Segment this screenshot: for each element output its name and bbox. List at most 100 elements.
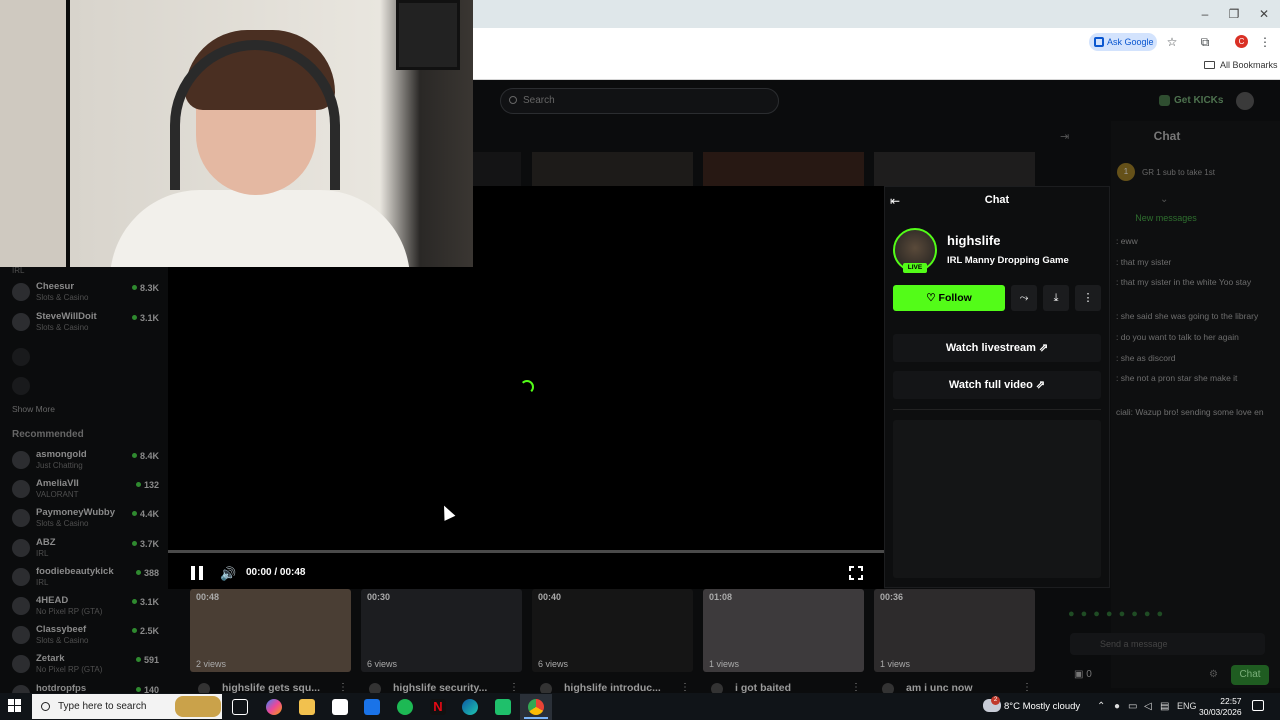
collapse-chat-icon[interactable]: ⇥ xyxy=(1060,130,1069,143)
channel-name: 4HEAD xyxy=(36,595,69,606)
sidebar-item-cheesur[interactable]: Cheesur Slots & Casino 8.3K xyxy=(12,280,162,308)
chat-points-count: ▣ 0 xyxy=(1074,669,1092,680)
battery-icon[interactable]: ▭ xyxy=(1128,701,1137,712)
show-more-link[interactable]: Show More xyxy=(12,404,55,414)
clip-duration: 00:30 xyxy=(367,592,391,602)
search-highlight-image xyxy=(175,696,221,717)
clip-card[interactable]: 00:30 6 views xyxy=(361,589,522,672)
watch-livestream-button[interactable]: Watch livestream ⇗ xyxy=(893,334,1101,362)
clip-more-icon[interactable]: ⋮ xyxy=(509,682,519,693)
sidebar-item-ameliavii[interactable]: AmeliaVII VALORANT 132 xyxy=(12,477,162,505)
mail-icon[interactable] xyxy=(364,699,380,715)
spotify-icon[interactable] xyxy=(397,699,413,715)
watch-full-video-label: Watch full video xyxy=(948,379,1033,391)
live-dot-icon xyxy=(131,599,137,604)
sidebar-item-offline[interactable] xyxy=(12,345,162,373)
video-timecode: 00:00 / 00:48 xyxy=(246,567,306,578)
task-view-icon[interactable] xyxy=(232,699,248,715)
search-icon xyxy=(509,96,517,104)
sidebar-item-classybeef[interactable]: Classybeef Slots & Casino 2.5K xyxy=(12,623,162,651)
weather-widget[interactable]: 8°C Mostly cloudy xyxy=(1004,701,1080,712)
follow-button[interactable]: ♡ Follow xyxy=(893,285,1005,311)
chrome-icon[interactable] xyxy=(528,699,544,715)
user-avatar[interactable] xyxy=(1236,92,1254,110)
viewer-count-value: 2.5K xyxy=(139,626,159,637)
clip-more-icon[interactable]: ⋮ xyxy=(1022,682,1032,693)
clip-card[interactable]: 01:08 1 views xyxy=(703,589,864,672)
stream-title: IRL Manny Dropping Game xyxy=(947,255,1069,266)
channel-name: PaymoneyWubby xyxy=(36,507,116,519)
viewer-count: 3.1K xyxy=(131,597,159,607)
chat-message: : that my sister in the white Yoo stay xyxy=(1116,277,1252,287)
clip-card[interactable]: 00:36 1 views xyxy=(874,589,1035,672)
get-kicks-button[interactable]: Get KICKs xyxy=(1156,91,1224,111)
sidebar-item-zetark[interactable]: Zetark No Pixel RP (GTA) 591 xyxy=(12,652,162,680)
extensions-icon[interactable]: ⧉ xyxy=(1197,34,1213,50)
volume-icon[interactable]: 🔊 xyxy=(220,566,236,582)
fullscreen-icon[interactable] xyxy=(849,566,863,580)
search-input[interactable]: Search xyxy=(500,88,779,114)
download-icon[interactable]: ⤓ xyxy=(1043,285,1069,311)
file-explorer-icon[interactable] xyxy=(299,699,315,715)
store-icon[interactable] xyxy=(332,699,348,715)
new-messages-divider: New messages xyxy=(1135,213,1197,223)
chat-send-button[interactable]: Chat xyxy=(1231,665,1269,685)
google-lens-icon xyxy=(1094,37,1104,47)
sidebar-item-abz[interactable]: ABZ IRL 3.7K xyxy=(12,536,162,564)
channel-category: IRL xyxy=(36,577,49,587)
profile-avatar[interactable]: C xyxy=(1235,35,1248,48)
clip-more-icon[interactable]: ⋮ xyxy=(338,682,348,693)
maximize-icon[interactable]: ❐ xyxy=(1226,6,1242,22)
expand-icon[interactable]: ⌄ xyxy=(1160,194,1168,205)
microphone-icon[interactable]: ● xyxy=(1114,701,1120,712)
chevron-up-icon[interactable]: ⌃ xyxy=(1097,701,1105,712)
taskbar-clock[interactable]: 22:57 30/03/2026 xyxy=(1199,696,1242,718)
sidebar-item-stevewilldoit[interactable]: SteveWillDoit Slots & Casino 3.1K xyxy=(12,310,162,338)
chat-panel-background xyxy=(1111,121,1280,688)
webcam-person-shirt xyxy=(110,190,410,267)
network-icon[interactable]: ▤ xyxy=(1160,701,1169,712)
more-options-icon[interactable]: ⋮ xyxy=(1075,285,1101,311)
ask-google-button[interactable]: Ask Google xyxy=(1089,33,1157,51)
collapse-panel-icon[interactable]: ⇤ xyxy=(890,194,900,208)
edge-icon[interactable] xyxy=(462,699,478,715)
clip-card[interactable]: 00:48 2 views xyxy=(190,589,351,672)
language-indicator[interactable]: ENG xyxy=(1177,701,1197,711)
emote-row[interactable]: ●●●●●●●● xyxy=(1068,608,1278,624)
share-icon[interactable]: ⤳ xyxy=(1011,285,1037,311)
channel-category: Just Chatting xyxy=(36,461,83,470)
all-bookmarks-button[interactable]: All Bookmarks xyxy=(1204,60,1278,70)
minimize-icon[interactable]: – xyxy=(1197,6,1213,22)
star-icon[interactable]: ☆ xyxy=(1164,34,1180,50)
clip-duration: 00:40 xyxy=(538,592,562,602)
sidebar-item-4head[interactable]: 4HEAD No Pixel RP (GTA) 3.1K xyxy=(12,594,162,622)
channel-name[interactable]: highslife xyxy=(947,233,1000,248)
netflix-icon[interactable]: N xyxy=(430,699,446,715)
sub-goal-text: GR 1 sub to take 1st xyxy=(1142,168,1215,177)
channel-name: Zetark xyxy=(36,653,65,665)
sidebar-item-offline[interactable] xyxy=(12,374,162,402)
clip-more-icon[interactable]: ⋮ xyxy=(680,682,690,693)
watch-full-video-button[interactable]: Watch full video ⇗ xyxy=(893,371,1101,399)
gear-icon[interactable]: ⚙ xyxy=(1209,669,1218,680)
close-icon[interactable]: ✕ xyxy=(1256,6,1272,22)
speaker-icon[interactable]: ◁ xyxy=(1144,701,1152,712)
clip-views: 6 views xyxy=(538,659,569,669)
browser-tab-strip xyxy=(473,0,1280,28)
webcam-background-door xyxy=(0,0,66,267)
channel-avatar xyxy=(12,567,30,586)
sidebar-item-foodiebeautykick[interactable]: foodiebeautykick IRL 388 xyxy=(12,565,162,593)
sidebar-item-asmongold[interactable]: asmongold Just Chatting 8.4K xyxy=(12,448,162,476)
channel-name: ABZ xyxy=(36,536,56,548)
browser-menu-icon[interactable]: ⋮ xyxy=(1257,34,1273,50)
app-icon[interactable] xyxy=(495,699,511,715)
copilot-icon[interactable] xyxy=(266,699,282,715)
notification-icon[interactable] xyxy=(1252,700,1264,711)
clip-card[interactable]: 00:40 6 views xyxy=(532,589,693,672)
sidebar-item-paymoneywubby[interactable]: PaymoneyWubby Slots & Casino 4.4K xyxy=(12,506,162,534)
divider xyxy=(893,409,1101,410)
windows-start-icon[interactable] xyxy=(8,699,22,713)
clip-more-icon[interactable]: ⋮ xyxy=(851,682,861,693)
pause-icon[interactable] xyxy=(191,566,203,580)
send-message-input[interactable]: Send a message xyxy=(1070,633,1265,655)
